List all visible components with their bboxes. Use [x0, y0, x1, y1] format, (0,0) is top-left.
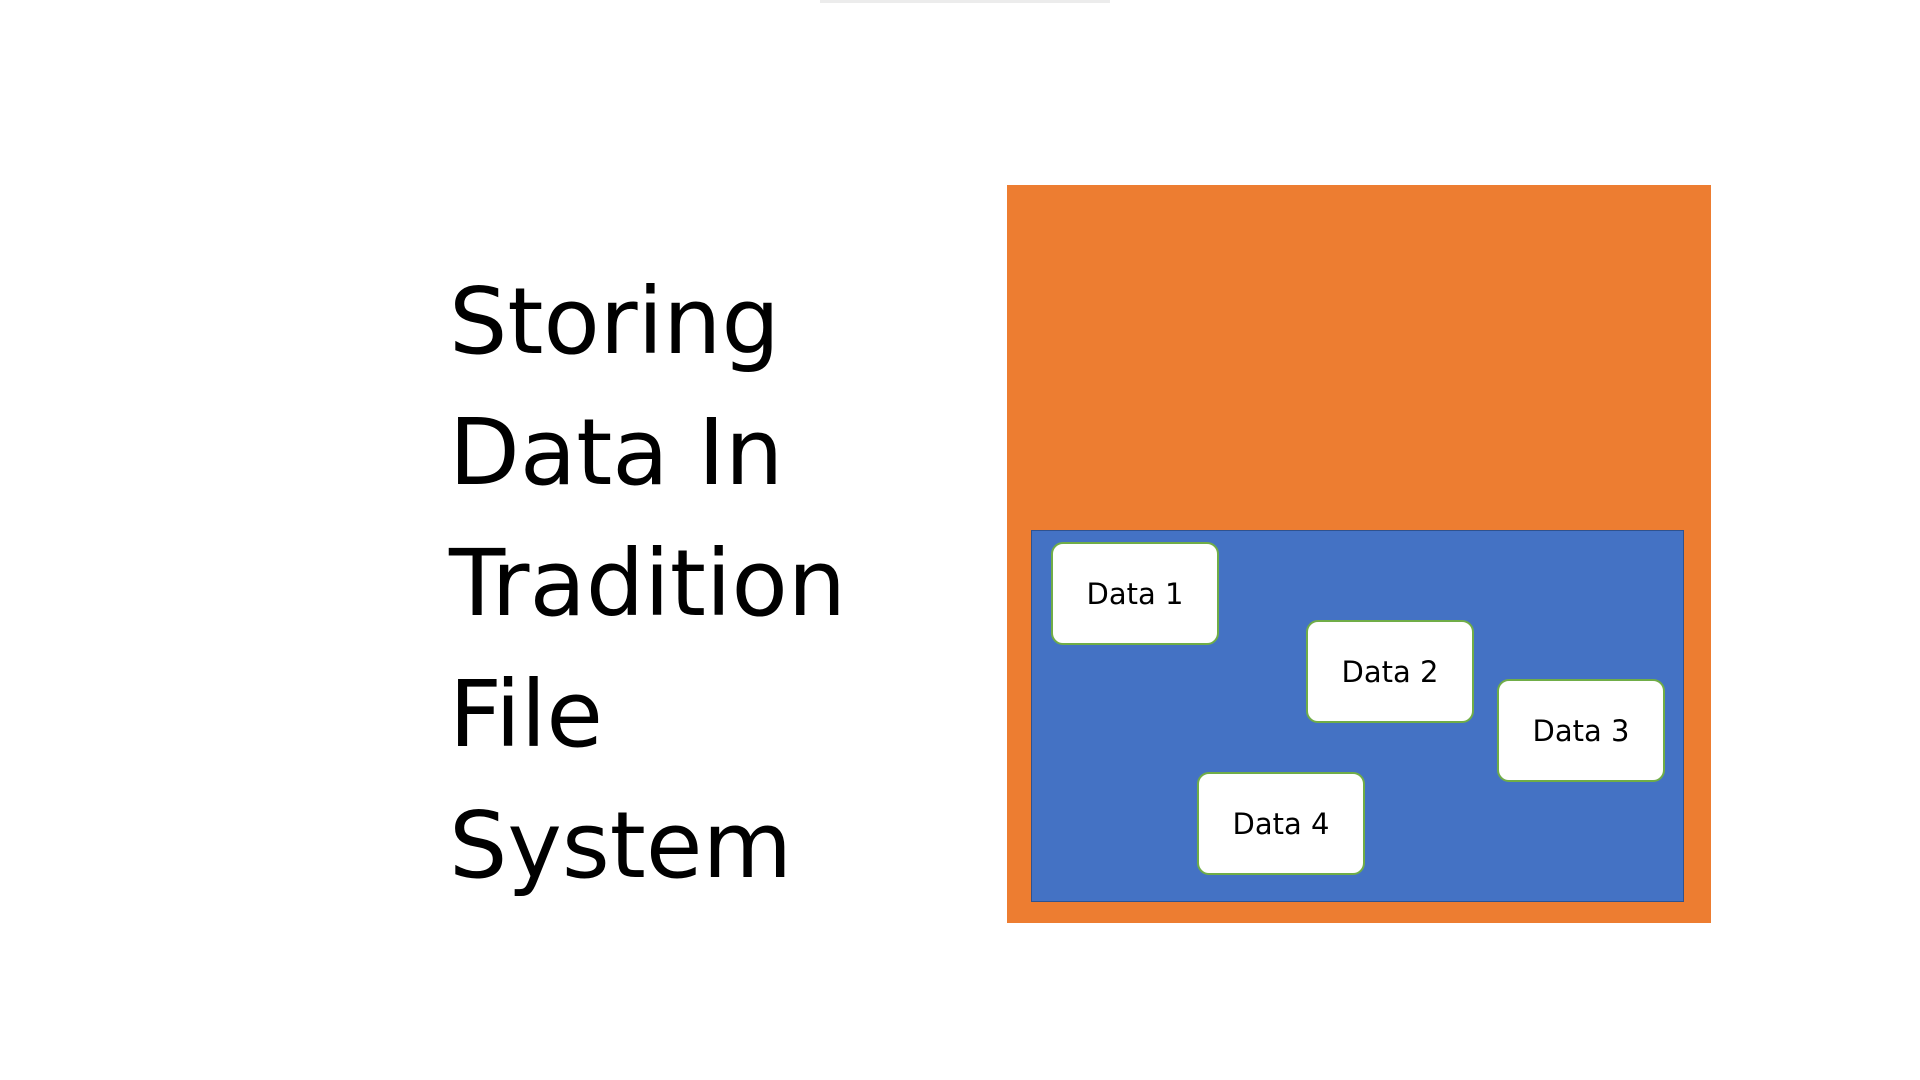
- data-card-3-label: Data 3: [1532, 713, 1630, 748]
- title-line-4: File: [449, 661, 603, 768]
- data-card-1: Data 1: [1051, 542, 1219, 645]
- title-line-2: Data In: [449, 399, 784, 506]
- slide-title: Storing Data In Tradition File System: [449, 256, 969, 911]
- title-line-3: Tradition: [449, 530, 847, 637]
- top-divider: [820, 0, 1110, 3]
- data-card-1-label: Data 1: [1086, 576, 1184, 611]
- data-card-3: Data 3: [1497, 679, 1665, 782]
- data-card-2: Data 2: [1306, 620, 1474, 723]
- data-card-4-label: Data 4: [1232, 806, 1330, 841]
- slide: Storing Data In Tradition File System Da…: [0, 0, 1920, 1080]
- title-line-5: System: [449, 792, 793, 899]
- data-card-2-label: Data 2: [1341, 654, 1439, 689]
- title-line-1: Storing: [449, 268, 780, 375]
- data-card-4: Data 4: [1197, 772, 1365, 875]
